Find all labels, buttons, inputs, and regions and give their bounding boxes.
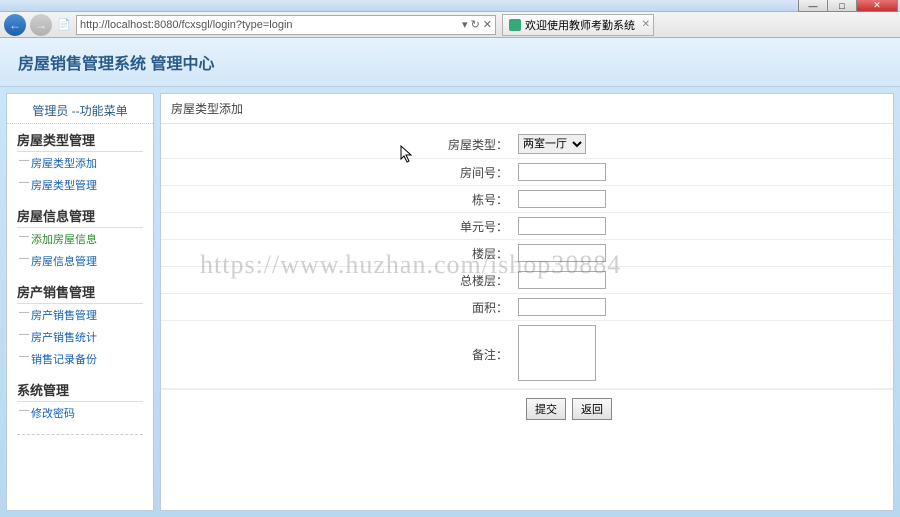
form-area: 房屋类型： 两室一厅 房间号： 栋号： 单元号： 楼层： — [161, 124, 893, 434]
stop-icon[interactable]: ✕ — [483, 18, 492, 31]
label-floor: 楼层： — [161, 245, 516, 262]
tab-title: 欢迎使用教师考勤系统 — [525, 17, 635, 33]
input-room-no[interactable] — [518, 163, 606, 181]
url-text: http://localhost:8080/fcxsgl/login?type=… — [80, 19, 462, 31]
page-icon: 📄 — [56, 17, 72, 33]
label-remark: 备注： — [161, 346, 516, 363]
input-floor[interactable] — [518, 244, 606, 262]
menu-group-title: 房屋类型管理 — [17, 130, 143, 152]
nav-forward-button[interactable]: → — [30, 14, 52, 36]
window-close-button[interactable]: ✕ — [856, 0, 898, 12]
page-body: 管理员 --功能菜单 房屋类型管理 房屋类型添加 房屋类型管理 房屋信息管理 添… — [0, 87, 900, 517]
label-building-no: 栋号： — [161, 191, 516, 208]
menu-group-system: 系统管理 修改密码 — [7, 374, 153, 428]
back-button[interactable]: 返回 — [572, 398, 612, 420]
window-titlebar: — □ ✕ — [0, 0, 900, 12]
tab-close-icon[interactable]: ✕ — [642, 19, 650, 30]
select-house-type[interactable]: 两室一厅 — [518, 134, 586, 154]
window-minimize-button[interactable]: — — [798, 0, 828, 12]
input-area[interactable] — [518, 298, 606, 316]
menu-group-title: 房产销售管理 — [17, 282, 143, 304]
tab-favicon — [509, 19, 521, 31]
label-area: 面积： — [161, 299, 516, 316]
sidebar: 管理员 --功能菜单 房屋类型管理 房屋类型添加 房屋类型管理 房屋信息管理 添… — [6, 93, 154, 511]
menu-group-title: 系统管理 — [17, 380, 143, 402]
textarea-remark[interactable] — [518, 325, 596, 381]
main-panel: 房屋类型添加 房屋类型： 两室一厅 房间号： 栋号： 单元号： — [160, 93, 894, 511]
menu-group-sales: 房产销售管理 房产销售管理 房产销售统计 销售记录备份 — [7, 276, 153, 374]
panel-title: 房屋类型添加 — [161, 94, 893, 124]
browser-tab[interactable]: 欢迎使用教师考勤系统 ✕ — [502, 14, 654, 36]
dropdown-icon[interactable]: ▾ — [462, 18, 468, 31]
label-total-floor: 总楼层： — [161, 272, 516, 289]
sidebar-item-type-add[interactable]: 房屋类型添加 — [31, 158, 97, 170]
sidebar-item-change-password[interactable]: 修改密码 — [31, 408, 75, 420]
page-header: 房屋销售管理系统 管理中心 — [0, 38, 900, 87]
submit-button[interactable]: 提交 — [526, 398, 566, 420]
address-bar[interactable]: http://localhost:8080/fcxsgl/login?type=… — [76, 15, 496, 35]
input-unit-no[interactable] — [518, 217, 606, 235]
label-room-no: 房间号： — [161, 164, 516, 181]
sidebar-title: 管理员 --功能菜单 — [7, 98, 153, 124]
menu-group-house-info: 房屋信息管理 添加房屋信息 房屋信息管理 — [7, 200, 153, 276]
label-house-type: 房屋类型： — [161, 136, 516, 153]
sidebar-item-sales-backup[interactable]: 销售记录备份 — [31, 354, 97, 366]
input-total-floor[interactable] — [518, 271, 606, 289]
sidebar-item-sales-manage[interactable]: 房产销售管理 — [31, 310, 97, 322]
label-unit-no: 单元号： — [161, 218, 516, 235]
sidebar-item-info-manage[interactable]: 房屋信息管理 — [31, 256, 97, 268]
sidebar-item-info-add[interactable]: 添加房屋信息 — [31, 234, 97, 246]
sidebar-item-sales-stats[interactable]: 房产销售统计 — [31, 332, 97, 344]
page-title: 房屋销售管理系统 管理中心 — [18, 56, 214, 73]
nav-back-button[interactable]: ← — [4, 14, 26, 36]
window-maximize-button[interactable]: □ — [827, 0, 857, 12]
browser-toolbar: ← → 📄 http://localhost:8080/fcxsgl/login… — [0, 12, 900, 38]
menu-group-house-type: 房屋类型管理 房屋类型添加 房屋类型管理 — [7, 124, 153, 200]
sidebar-item-type-manage[interactable]: 房屋类型管理 — [31, 180, 97, 192]
menu-group-title: 房屋信息管理 — [17, 206, 143, 228]
refresh-icon[interactable]: ↻ — [471, 18, 480, 31]
input-building-no[interactable] — [518, 190, 606, 208]
